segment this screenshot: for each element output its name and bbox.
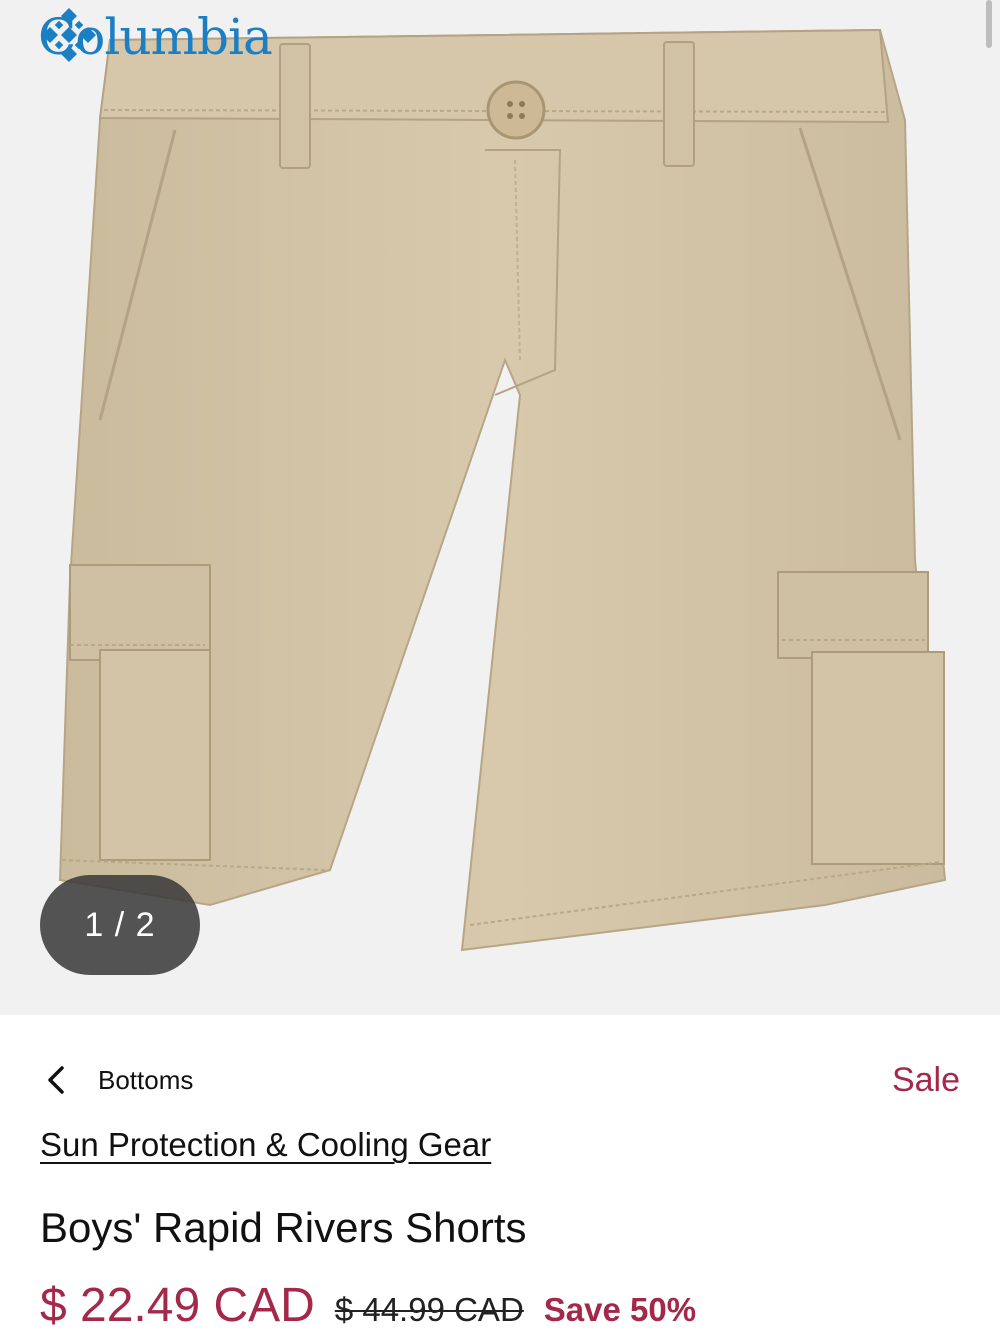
columbia-diamond-logo-icon: [42, 8, 96, 62]
image-counter: 1 / 2: [40, 875, 200, 975]
original-price: $ 44.99 CAD: [334, 1291, 524, 1328]
product-title: Boys' Rapid Rivers Shorts: [40, 1204, 527, 1251]
product-image: [58, 28, 947, 952]
chevron-left-icon: [48, 1066, 64, 1094]
back-link-label: Bottoms: [98, 1064, 194, 1095]
brand-logo[interactable]: Columbia: [38, 4, 273, 70]
back-link[interactable]: Bottoms: [40, 1063, 193, 1097]
price-row: $ 22.49 CAD $ 44.99 CAD Save 50%: [40, 1278, 980, 1333]
current-price: $ 22.49 CAD: [40, 1279, 315, 1332]
breadcrumb-row: Bottoms Sale: [40, 1055, 960, 1105]
scrollbar[interactable]: [986, 0, 992, 48]
sale-badge: Sale: [891, 1060, 960, 1099]
product-image-gallery[interactable]: Columbia 1 / 2: [0, 0, 1000, 1015]
category-link[interactable]: Sun Protection & Cooling Gear: [40, 1126, 491, 1164]
savings-label: Save 50%: [543, 1291, 697, 1328]
